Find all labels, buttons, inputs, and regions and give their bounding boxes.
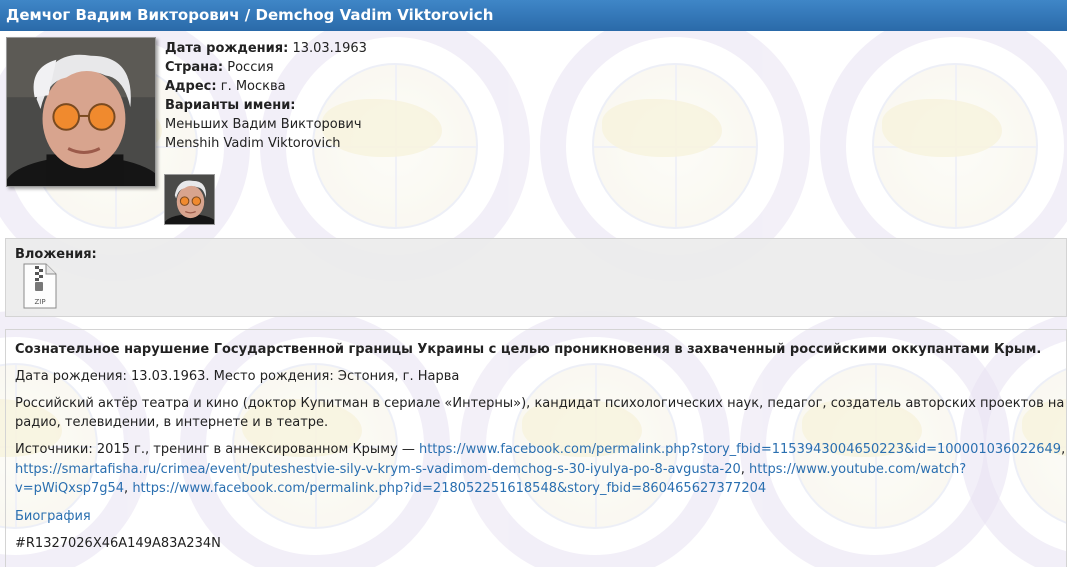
biography-link[interactable]: Биография — [15, 509, 91, 524]
birth-info: Дата рождения: 13.03.1963. Место рождени… — [15, 369, 460, 384]
field-value: 13.03.1963 — [292, 41, 367, 56]
birth-date-row: Дата рождения: 13.03.1963 — [165, 39, 367, 58]
attachments-panel: Вложения: ZIP — [5, 238, 1067, 317]
portrait-image — [7, 38, 155, 186]
portrait-thumbnail-image — [165, 175, 214, 224]
attachments-label: Вложения: — [15, 247, 97, 262]
field-label: Адрес: — [165, 79, 217, 94]
source-link[interactable]: https://smartafisha.ru/crimea/event/pute… — [15, 462, 741, 477]
sources-prefix: Источники: 2015 г., тренинг в аннексиров… — [15, 442, 419, 457]
bio-text: Российский актёр театра и кино (доктор К… — [15, 396, 1065, 430]
record-code: #R1327026X46A149A83A234N — [15, 535, 221, 551]
sources: Источники: 2015 г., тренинг в аннексиров… — [15, 442, 1066, 496]
profile-info: Дата рождения: 13.03.1963 Страна: Россия… — [165, 39, 367, 153]
title-bar: Демчог Вадим Викторович / Demchog Vadim … — [0, 0, 1067, 31]
source-link[interactable]: https://www.facebook.com/permalink.php?i… — [132, 481, 766, 496]
name-variants-row: Варианты имени: — [165, 96, 367, 115]
field-label: Варианты имени: — [165, 98, 296, 113]
violation-summary: Сознательное нарушение Государственной г… — [15, 342, 1042, 357]
zip-file-icon[interactable]: ZIP — [20, 263, 58, 309]
field-value: Россия — [227, 60, 274, 75]
field-label: Страна: — [165, 60, 224, 75]
profile-section: Дата рождения: 13.03.1963 Страна: Россия… — [0, 31, 1067, 238]
field-label: Дата рождения: — [165, 41, 289, 56]
name-variant: Меньших Вадим Викторович — [165, 117, 362, 132]
source-link[interactable]: https://www.facebook.com/permalink.php?s… — [419, 442, 1061, 457]
profile-photo[interactable] — [6, 37, 156, 187]
address-row: Адрес: г. Москва — [165, 77, 367, 96]
zip-label: ZIP — [34, 298, 45, 306]
country-row: Страна: Россия — [165, 58, 367, 77]
profile-photo-thumbnail[interactable] — [164, 174, 215, 225]
name-variant: Menshih Vadim Viktorovich — [165, 136, 341, 151]
page-title: Демчог Вадим Викторович / Demchog Vadim … — [6, 6, 494, 24]
field-value: г. Москва — [220, 79, 286, 94]
description-panel: Сознательное нарушение Государственной г… — [5, 329, 1067, 567]
